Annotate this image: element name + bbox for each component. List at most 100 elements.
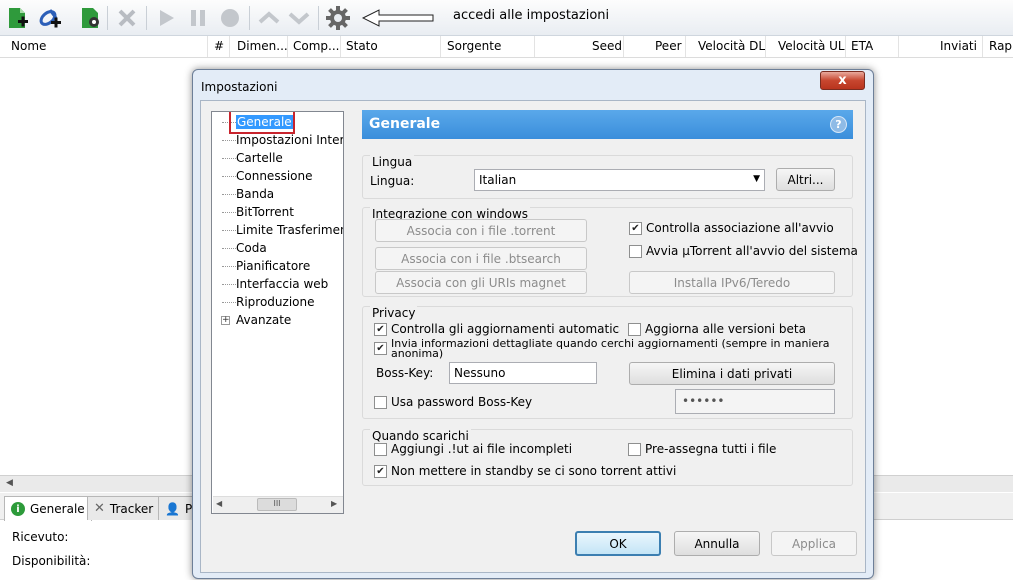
windows-integration-group: Integrazione con windows Associa con i f… — [362, 207, 858, 297]
check-association-label: Controlla associazione all'avvio — [646, 221, 834, 235]
dialog-body: Generale Impostazioni Interfa Cartelle C… — [200, 100, 866, 573]
scroll-left-icon[interactable]: ◀ — [216, 499, 222, 508]
column-name[interactable]: Nome — [11, 39, 46, 53]
pause-icon[interactable] — [185, 5, 211, 31]
tree-item-bittorrent[interactable]: BitTorrent — [236, 205, 294, 219]
column-completed[interactable]: Comp... — [293, 39, 339, 53]
associate-btsearch-button[interactable]: Associa con i file .btsearch — [375, 247, 587, 270]
bosskey-input[interactable]: Nessuno — [449, 362, 597, 384]
toolbar: accedi alle impostazioni — [0, 0, 1013, 36]
checkmark-icon: ✔ — [374, 342, 387, 355]
arrow-left-icon — [362, 9, 434, 27]
column-upload-speed[interactable]: Velocità UL — [778, 39, 845, 53]
tree-item-web-ui[interactable]: Interfaccia web — [236, 277, 328, 291]
expand-icon[interactable]: + — [221, 316, 230, 325]
column-uploaded[interactable]: Inviati — [940, 39, 977, 53]
bosskey-password-checkbox[interactable]: Usa password Boss-Key — [374, 395, 532, 409]
column-download-speed[interactable]: Velocità DL — [698, 39, 765, 53]
close-icon: x — [838, 73, 847, 88]
scroll-right-icon[interactable]: ▶ — [331, 499, 337, 508]
section-title: Generale — [369, 116, 441, 132]
preallocate-checkbox[interactable]: Pre-assegna tutti i file — [628, 442, 776, 456]
add-torrent-icon[interactable] — [4, 5, 30, 31]
close-button[interactable]: x — [820, 71, 865, 90]
associate-torrent-button[interactable]: Associa con i file .torrent — [375, 219, 587, 242]
append-ut-checkbox[interactable]: Aggiungi .!ut ai file incompleti — [374, 442, 572, 456]
tree-item-scheduler[interactable]: Pianificatore — [236, 259, 310, 273]
stop-icon[interactable] — [217, 5, 243, 31]
tree-item-folders[interactable]: Cartelle — [236, 151, 283, 165]
move-down-icon[interactable] — [286, 5, 312, 31]
privacy-group-title: Privacy — [370, 306, 418, 320]
checkmark-icon: ✔ — [629, 221, 642, 235]
tab-general[interactable]: i Generale — [4, 496, 92, 521]
bosskey-password-label: Usa password Boss-Key — [391, 395, 533, 409]
tree-item-advanced[interactable]: Avanzate — [236, 313, 291, 327]
column-size[interactable]: Dimen... — [237, 39, 288, 53]
column-peer[interactable]: Peer — [655, 39, 682, 53]
highlight-box — [229, 112, 295, 134]
language-select[interactable]: Italian ▼ — [474, 169, 765, 191]
checkmark-icon: ✔ — [374, 322, 387, 336]
tree-item-playback[interactable]: Riproduzione — [236, 295, 315, 309]
tab-tracker-label: Tracker — [109, 501, 154, 516]
settings-dialog: Impostazioni x Generale Impostazioni Int… — [192, 69, 874, 579]
ok-button[interactable]: OK — [575, 531, 661, 556]
tree-scroll-thumb[interactable]: III — [257, 498, 297, 511]
help-icon[interactable]: ? — [830, 116, 847, 133]
tab-tracker[interactable]: ✕ Tracker — [87, 496, 161, 520]
column-eta[interactable]: ETA — [851, 39, 873, 53]
tree-item-bandwidth[interactable]: Banda — [236, 187, 274, 201]
bosskey-password-field[interactable]: •••••• — [675, 389, 835, 414]
dialog-title: Impostazioni — [201, 80, 278, 94]
create-torrent-icon[interactable] — [77, 5, 103, 31]
info-icon: i — [11, 502, 25, 516]
tree-item-ui-settings[interactable]: Impostazioni Interfa — [236, 133, 343, 147]
settings-icon[interactable] — [325, 5, 351, 31]
tracker-icon: ✕ — [94, 501, 105, 516]
column-source[interactable]: Sorgente — [447, 39, 501, 53]
chevron-down-icon: ▼ — [753, 174, 760, 184]
more-languages-button[interactable]: Altri... — [776, 168, 835, 191]
language-value: Italian — [479, 173, 517, 187]
start-with-system-checkbox[interactable]: Avvia µTorrent all'avvio del sistema — [629, 244, 858, 258]
section-header: Generale ? — [362, 110, 853, 139]
peers-icon: 👤 — [165, 501, 180, 516]
append-ut-label: Aggiungi .!ut ai file incompleti — [391, 442, 573, 456]
start-icon[interactable] — [153, 5, 179, 31]
language-group-title: Lingua — [370, 155, 415, 169]
availability-label: Disponibilità: — [12, 554, 91, 568]
column-ratio[interactable]: Rap. — [989, 39, 1013, 53]
column-status[interactable]: Stato — [346, 39, 378, 53]
check-association-checkbox[interactable]: ✔ Controlla associazione all'avvio — [629, 221, 834, 235]
add-url-icon[interactable] — [37, 5, 63, 31]
beta-update-checkbox[interactable]: Aggiorna alle versioni beta — [628, 322, 806, 336]
auto-update-checkbox[interactable]: ✔ Controlla gli aggiornamenti automatica… — [374, 322, 620, 336]
remove-icon[interactable] — [114, 5, 140, 31]
start-with-system-label: Avvia µTorrent all'avvio del sistema — [646, 244, 858, 258]
downloads-group: Quando scarichi Aggiungi .!ut ai file in… — [362, 429, 853, 486]
prevent-standby-label: Non mettere in standby se ci sono torren… — [391, 464, 677, 478]
column-seed[interactable]: Seed — [592, 39, 622, 53]
preallocate-label: Pre-assegna tutti i file — [645, 442, 777, 456]
install-ipv6-button[interactable]: Installa IPv6/Teredo — [629, 271, 835, 294]
tree-scrollbar[interactable]: ◀ III ▶ — [213, 496, 343, 513]
tree-item-queueing[interactable]: Coda — [236, 241, 267, 255]
send-info-label: Invia informazioni dettagliate quando ce… — [391, 339, 830, 359]
auto-update-label: Controlla gli aggiornamenti automaticame… — [391, 322, 620, 336]
associate-magnet-button[interactable]: Associa con gli URIs magnet — [375, 271, 587, 294]
column-number[interactable]: # — [214, 39, 224, 53]
checkmark-icon: ✔ — [374, 464, 387, 478]
scroll-left-icon[interactable]: ◀ — [6, 478, 13, 488]
language-label: Lingua: — [370, 174, 415, 188]
apply-button[interactable]: Applica — [771, 531, 857, 556]
tree-item-connection[interactable]: Connessione — [236, 169, 312, 183]
clear-private-data-button[interactable]: Elimina i dati privati — [629, 362, 835, 385]
send-info-checkbox[interactable]: ✔ Invia informazioni dettagliate quando … — [374, 339, 844, 359]
prevent-standby-checkbox[interactable]: ✔ Non mettere in standby se ci sono torr… — [374, 464, 676, 478]
privacy-group: Privacy ✔ Controlla gli aggiornamenti au… — [362, 306, 853, 419]
cancel-button[interactable]: Annulla — [674, 531, 760, 556]
tree-item-transfer-cap[interactable]: Limite Trasferimento — [236, 223, 343, 237]
downloads-group-title: Quando scarichi — [370, 429, 471, 443]
move-up-icon[interactable] — [256, 5, 282, 31]
